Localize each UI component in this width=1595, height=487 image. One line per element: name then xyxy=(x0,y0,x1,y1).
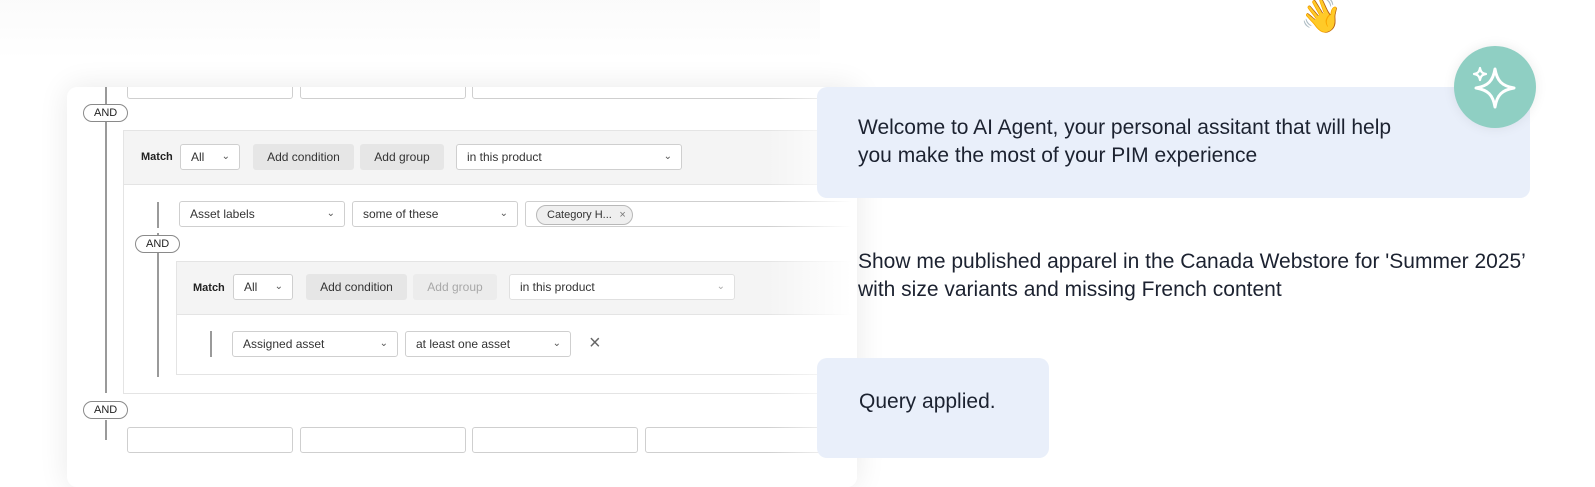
next-condition-field[interactable] xyxy=(127,427,293,453)
next-condition-extra[interactable] xyxy=(645,427,835,453)
next-condition-operator[interactable] xyxy=(300,427,466,453)
prev-condition-value[interactable] xyxy=(472,87,832,99)
condition-operator-value: some of these xyxy=(363,207,439,221)
condition-operator-select[interactable]: at least one asset ⌄ xyxy=(405,331,571,357)
chevron-down-icon: ⌄ xyxy=(221,151,230,162)
and-operator-pill[interactable]: AND xyxy=(135,235,181,253)
chevron-down-icon: ⌄ xyxy=(499,208,508,219)
next-condition-value[interactable] xyxy=(472,427,638,453)
inner-connector-line xyxy=(157,233,159,377)
add-condition-button[interactable]: Add condition xyxy=(253,144,354,170)
add-group-button[interactable]: Add group xyxy=(360,144,444,170)
ai-agent-badge[interactable] xyxy=(1454,46,1536,128)
assistant-welcome-text: Welcome to AI Agent, your personal assit… xyxy=(858,116,1392,167)
remove-condition-icon[interactable]: × xyxy=(589,333,601,353)
condition-field-value: Asset labels xyxy=(190,207,255,221)
scope-select[interactable]: in this product ⌄ xyxy=(456,144,682,170)
match-label: Match xyxy=(193,282,225,294)
condition-line xyxy=(157,202,159,228)
match-select-value: All xyxy=(191,150,205,164)
chevron-down-icon: ⌄ xyxy=(379,338,388,349)
condition-line xyxy=(210,331,212,357)
condition-field-value: Assigned asset xyxy=(243,337,325,351)
background-fade xyxy=(0,0,820,60)
chevron-down-icon: ⌄ xyxy=(663,151,672,162)
scope-select[interactable]: in this product ⌄ xyxy=(509,274,735,300)
query-builder-card: AND Match All ⌄ Add condition Add group … xyxy=(67,87,857,487)
chevron-down-icon: ⌄ xyxy=(716,281,725,292)
condition-field-select[interactable]: Asset labels ⌄ xyxy=(179,201,345,227)
chevron-down-icon: ⌄ xyxy=(552,338,561,349)
chip-remove-icon[interactable]: × xyxy=(619,206,625,225)
match-select-value: All xyxy=(244,280,258,294)
and-operator-pill[interactable]: AND xyxy=(83,104,129,122)
match-select[interactable]: All ⌄ xyxy=(233,274,293,300)
add-group-button[interactable]: Add group xyxy=(413,274,497,300)
and-operator-pill[interactable]: AND xyxy=(83,401,129,419)
assistant-result-text: Query applied. xyxy=(859,390,996,413)
group-connector-line xyxy=(105,420,107,440)
add-condition-button[interactable]: Add condition xyxy=(306,274,407,300)
user-prompt-text: Show me published apparel in the Canada … xyxy=(858,250,1526,301)
outer-condition-group: Match All ⌄ Add condition Add group in t… xyxy=(123,130,857,394)
sparkle-icon xyxy=(1472,66,1516,109)
scope-select-value: in this product xyxy=(467,150,542,164)
chevron-down-icon: ⌄ xyxy=(326,208,335,219)
match-label: Match xyxy=(141,151,173,163)
inner-condition-group: Match All ⌄ Add condition Add group in t… xyxy=(176,261,857,375)
chip-label: Category H... xyxy=(547,209,612,221)
condition-value-select[interactable]: Category H... × xyxy=(525,201,857,227)
condition-operator-value: at least one asset xyxy=(416,337,511,351)
value-chip[interactable]: Category H... × xyxy=(536,205,633,225)
waving-hand-icon: 👋 xyxy=(1300,0,1343,35)
chevron-down-icon: ⌄ xyxy=(274,281,283,292)
condition-field-select[interactable]: Assigned asset ⌄ xyxy=(232,331,398,357)
prev-condition-operator[interactable] xyxy=(300,87,466,99)
group-connector-line xyxy=(105,87,107,393)
match-select[interactable]: All ⌄ xyxy=(180,144,240,170)
condition-operator-select[interactable]: some of these ⌄ xyxy=(352,201,518,227)
prev-condition-field[interactable] xyxy=(127,87,293,99)
scope-select-value: in this product xyxy=(520,280,595,294)
